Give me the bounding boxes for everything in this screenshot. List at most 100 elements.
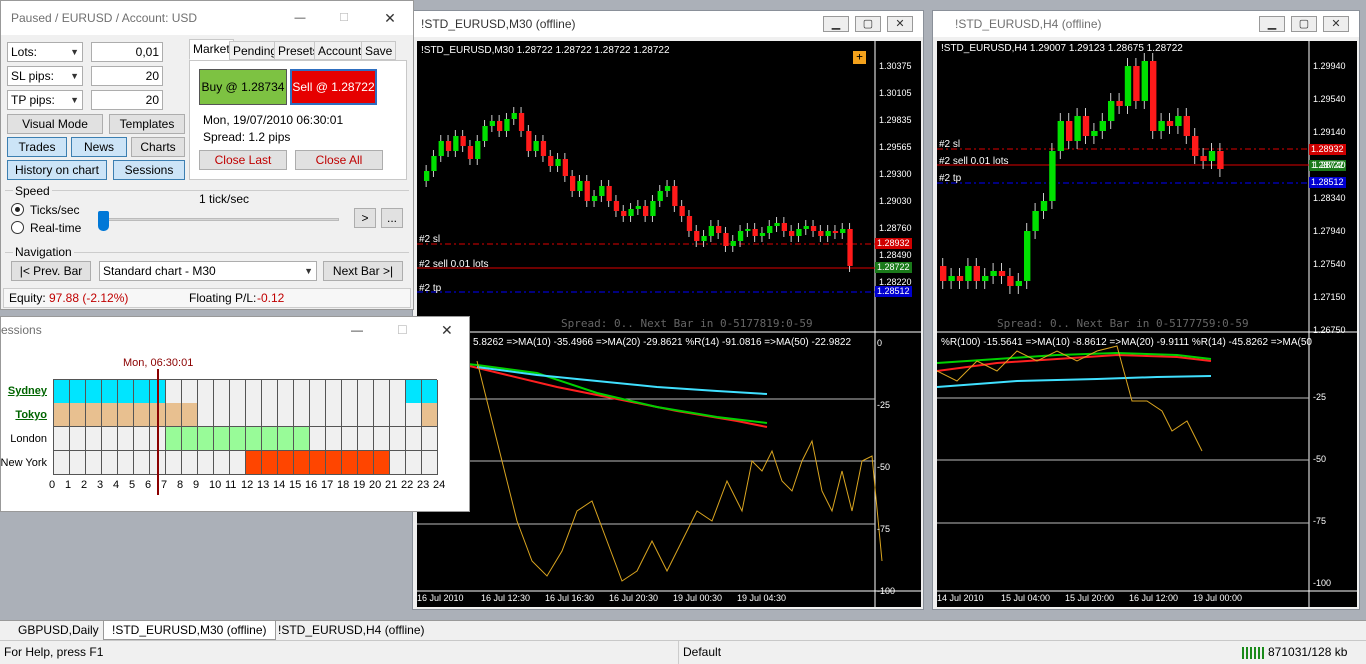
tp-pips-input[interactable]: 20 bbox=[91, 90, 163, 110]
close-button[interactable]: ✕ bbox=[377, 11, 403, 27]
session-hour-cell bbox=[294, 380, 310, 404]
news-button[interactable]: News bbox=[71, 137, 127, 157]
chart-type-select[interactable]: Standard chart - M30 ▼ bbox=[99, 261, 317, 281]
tab-account[interactable]: Account bbox=[314, 41, 366, 60]
templates-button[interactable]: Templates bbox=[109, 114, 185, 134]
candle-body bbox=[1066, 121, 1073, 141]
prev-bar-button[interactable]: |< Prev. Bar bbox=[11, 261, 91, 281]
close-button[interactable]: ✕ bbox=[1323, 16, 1349, 32]
charts-button[interactable]: Charts bbox=[131, 137, 185, 157]
candle-body bbox=[774, 223, 780, 226]
tp-price-label: 1.28512 bbox=[1309, 177, 1346, 188]
close-button[interactable]: ✕ bbox=[887, 16, 913, 32]
chart-canvas-h4[interactable]: !STD_EURUSD,H4 1.29007 1.29123 1.28675 1… bbox=[937, 41, 1357, 607]
lots-label: Lots: bbox=[11, 45, 38, 59]
candle-body bbox=[810, 226, 817, 231]
session-row-label[interactable]: Sydney bbox=[8, 385, 47, 397]
hour-tick-label: 5 bbox=[129, 479, 136, 491]
speed-slider-thumb[interactable] bbox=[98, 211, 109, 231]
next-bar-button[interactable]: Next Bar >| bbox=[323, 261, 403, 281]
candle-body bbox=[562, 159, 568, 176]
sl-pips-input[interactable]: 20 bbox=[91, 66, 163, 86]
lots-label-select[interactable]: Lots: ▼ bbox=[7, 42, 83, 62]
minimize-button[interactable]: — bbox=[287, 11, 313, 27]
session-hour-cell bbox=[198, 403, 214, 427]
candle-body bbox=[708, 226, 714, 236]
buy-button[interactable]: Buy @ 1.28734 bbox=[199, 69, 287, 105]
visual-mode-button[interactable]: Visual Mode bbox=[7, 114, 103, 134]
trading-panel: Paused / EURUSD / Account: USD — ☐ ✕ Lot… bbox=[0, 0, 414, 310]
realtime-radio[interactable] bbox=[11, 221, 24, 234]
minimize-button[interactable]: — bbox=[351, 317, 363, 343]
sl-label-select[interactable]: SL pips: ▼ bbox=[7, 66, 83, 86]
hour-tick-label: 8 bbox=[177, 479, 184, 491]
sell-line-label: #2 sell 0.01 lots bbox=[419, 259, 489, 270]
play-button[interactable]: > bbox=[354, 208, 376, 228]
minimize-button[interactable]: ▁ bbox=[823, 16, 849, 32]
candle-body bbox=[526, 131, 532, 151]
hour-tick-label: 13 bbox=[257, 479, 270, 491]
tp-label-select[interactable]: TP pips: ▼ bbox=[7, 90, 83, 110]
tp-line-label: #2 tp bbox=[419, 283, 442, 294]
candle-body bbox=[716, 226, 722, 233]
ma50-line bbox=[937, 375, 1212, 388]
chart-window-titlebar[interactable]: !STD_EURUSD,H4 (offline) ▁ ▢ ✕ bbox=[933, 11, 1359, 37]
lots-input[interactable]: 0,01 bbox=[91, 42, 163, 62]
ticks-radio[interactable] bbox=[11, 203, 24, 216]
close-last-button[interactable]: Close Last bbox=[199, 150, 287, 170]
more-button[interactable]: ... bbox=[381, 208, 403, 228]
chart-tab-gbpusd[interactable]: GBPUSD,Daily bbox=[10, 621, 107, 640]
chevron-down-icon: ▼ bbox=[304, 266, 313, 276]
candle-body bbox=[832, 231, 839, 233]
session-hour-cell bbox=[294, 403, 310, 427]
candle-body bbox=[489, 121, 495, 126]
sessions-titlebar[interactable]: essions — ☐ ✕ bbox=[1, 317, 469, 343]
maximize-button[interactable]: ☐ bbox=[331, 11, 357, 27]
session-hour-cell bbox=[230, 380, 246, 404]
minimize-button[interactable]: ▁ bbox=[1259, 16, 1285, 32]
hour-tick-label: 11 bbox=[225, 479, 237, 491]
tab-save[interactable]: Save bbox=[361, 41, 397, 60]
sell-button[interactable]: Sell @ 1.28722 bbox=[290, 69, 377, 105]
chart-window-h4[interactable]: !STD_EURUSD,H4 (offline) ▁ ▢ ✕ !STD_EURU… bbox=[932, 10, 1360, 610]
candle-body bbox=[453, 136, 459, 151]
session-hour-cell bbox=[278, 427, 294, 451]
history-on-chart-button[interactable]: History on chart bbox=[7, 160, 107, 180]
candle-body bbox=[1007, 276, 1014, 286]
candle-body bbox=[1074, 116, 1081, 141]
speed-slider-track[interactable] bbox=[99, 218, 339, 221]
trades-button[interactable]: Trades bbox=[7, 137, 67, 157]
session-hour-cell bbox=[326, 380, 342, 404]
session-hour-cell bbox=[262, 403, 278, 427]
chart-window-title: !STD_EURUSD,M30 (offline) bbox=[421, 17, 576, 31]
hour-tick-label: 4 bbox=[113, 479, 120, 491]
session-hour-cell bbox=[406, 403, 422, 427]
candle-body bbox=[424, 171, 430, 181]
chart-canvas-m30[interactable]: !STD_EURUSD,M30 1.28722 1.28722 1.28722 … bbox=[417, 41, 921, 607]
candle-body bbox=[482, 126, 488, 141]
hour-tick-label: 20 bbox=[369, 479, 382, 491]
chart-window-titlebar[interactable]: !STD_EURUSD,M30 (offline) ▁ ▢ ✕ bbox=[413, 11, 923, 37]
sl-line-label: #2 sl bbox=[419, 234, 441, 245]
chart-window-m30[interactable]: !STD_EURUSD,M30 (offline) ▁ ▢ ✕ !STD_EUR… bbox=[412, 10, 924, 610]
time-marker-label: Mon, 06:30:01 bbox=[123, 357, 194, 369]
hour-tick-label: 6 bbox=[145, 479, 152, 491]
session-hour-cell bbox=[374, 403, 390, 427]
maximize-button[interactable]: ▢ bbox=[855, 16, 881, 32]
indicator-tick: -100 bbox=[1313, 578, 1332, 588]
sessions-button[interactable]: Sessions bbox=[113, 160, 185, 180]
close-button[interactable]: ✕ bbox=[441, 317, 453, 343]
maximize-button[interactable]: ☐ bbox=[397, 317, 408, 343]
close-all-button[interactable]: Close All bbox=[295, 150, 383, 170]
tab-market[interactable]: Market bbox=[189, 39, 234, 60]
session-row-label[interactable]: Tokyo bbox=[15, 409, 47, 421]
session-hour-cell bbox=[278, 403, 294, 427]
session-hour-cell bbox=[246, 380, 262, 404]
chart-tab-eurusd-m30[interactable]: !STD_EURUSD,M30 (offline) bbox=[103, 621, 276, 640]
connection-icon bbox=[1242, 647, 1264, 659]
chart-tab-eurusd-h4[interactable]: !STD_EURUSD,H4 (offline) bbox=[270, 621, 432, 640]
maximize-button[interactable]: ▢ bbox=[1291, 16, 1317, 32]
session-hour-cell bbox=[134, 380, 150, 404]
sl-price-label: 1.28932 bbox=[875, 238, 912, 249]
panel-titlebar[interactable]: Paused / EURUSD / Account: USD — ☐ ✕ bbox=[1, 1, 413, 35]
